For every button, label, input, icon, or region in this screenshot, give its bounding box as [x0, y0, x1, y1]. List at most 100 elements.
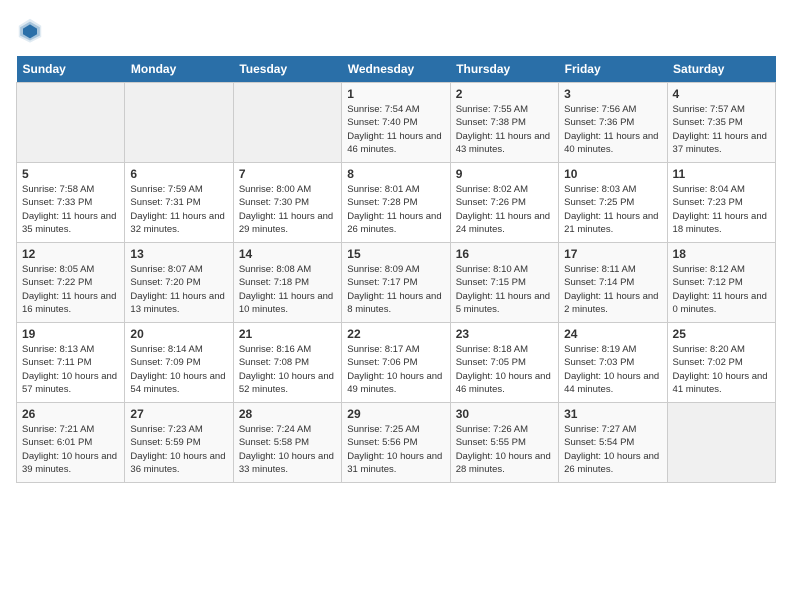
- calendar-cell: 20 Sunrise: 8:14 AM Sunset: 7:09 PM Dayli…: [125, 323, 233, 403]
- calendar-cell: 3Sunrise: 7:56 AM Sunset: 7:36 PM Daylig…: [559, 83, 667, 163]
- calendar-cell: 15 Sunrise: 8:09 AM Sunset: 7:17 PM Dayli…: [342, 243, 450, 323]
- day-info: Sunrise: 8:00 AM Sunset: 7:30 PM Dayligh…: [239, 183, 336, 236]
- day-info: Sunrise: 8:04 AM Sunset: 7:23 PM Dayligh…: [673, 183, 770, 236]
- page-header: [16, 16, 776, 44]
- day-number: 26: [22, 407, 119, 421]
- day-number: 21: [239, 327, 336, 341]
- week-row-2: 12 Sunrise: 8:05 AM Sunset: 7:22 PM Dayli…: [17, 243, 776, 323]
- calendar-cell: 1 Sunrise: 7:54 AM Sunset: 7:40 PM Daylig…: [342, 83, 450, 163]
- week-row-1: 5 Sunrise: 7:58 AM Sunset: 7:33 PM Daylig…: [17, 163, 776, 243]
- weekday-header-friday: Friday: [559, 56, 667, 83]
- day-number: 13: [130, 247, 227, 261]
- day-info: Sunrise: 8:13 AM Sunset: 7:11 PM Dayligh…: [22, 343, 119, 396]
- day-number: 17: [564, 247, 661, 261]
- day-number: 4: [673, 87, 770, 101]
- day-info: Sunrise: 8:10 AM Sunset: 7:15 PM Dayligh…: [456, 263, 553, 316]
- calendar-cell: 31 Sunrise: 7:27 AM Sunset: 5:54 PM Dayli…: [559, 403, 667, 483]
- logo-icon: [16, 16, 44, 44]
- day-number: 1: [347, 87, 444, 101]
- day-info: Sunrise: 8:08 AM Sunset: 7:18 PM Dayligh…: [239, 263, 336, 316]
- day-info: Sunrise: 8:01 AM Sunset: 7:28 PM Dayligh…: [347, 183, 444, 236]
- day-info: Sunrise: 8:03 AM Sunset: 7:25 PM Dayligh…: [564, 183, 661, 236]
- day-info: Sunrise: 7:26 AM Sunset: 5:55 PM Dayligh…: [456, 423, 553, 476]
- calendar-cell: 28 Sunrise: 7:24 AM Sunset: 5:58 PM Dayli…: [233, 403, 341, 483]
- day-number: 6: [130, 167, 227, 181]
- calendar-cell: 30 Sunrise: 7:26 AM Sunset: 5:55 PM Dayli…: [450, 403, 558, 483]
- day-info: Sunrise: 8:12 AM Sunset: 7:12 PM Dayligh…: [673, 263, 770, 316]
- calendar-cell: [17, 83, 125, 163]
- calendar-cell: 26 Sunrise: 7:21 AM Sunset: 6:01 PM Dayli…: [17, 403, 125, 483]
- calendar-cell: 5 Sunrise: 7:58 AM Sunset: 7:33 PM Daylig…: [17, 163, 125, 243]
- day-number: 20: [130, 327, 227, 341]
- day-info: Sunrise: 7:27 AM Sunset: 5:54 PM Dayligh…: [564, 423, 661, 476]
- calendar-cell: 7 Sunrise: 8:00 AM Sunset: 7:30 PM Daylig…: [233, 163, 341, 243]
- week-row-3: 19 Sunrise: 8:13 AM Sunset: 7:11 PM Dayli…: [17, 323, 776, 403]
- day-number: 22: [347, 327, 444, 341]
- calendar-cell: 14 Sunrise: 8:08 AM Sunset: 7:18 PM Dayli…: [233, 243, 341, 323]
- day-number: 8: [347, 167, 444, 181]
- day-number: 14: [239, 247, 336, 261]
- day-number: 31: [564, 407, 661, 421]
- day-number: 28: [239, 407, 336, 421]
- day-info: Sunrise: 7:21 AM Sunset: 6:01 PM Dayligh…: [22, 423, 119, 476]
- day-info: Sunrise: 8:18 AM Sunset: 7:05 PM Dayligh…: [456, 343, 553, 396]
- calendar-cell: 23Sunrise: 8:18 AM Sunset: 7:05 PM Dayli…: [450, 323, 558, 403]
- day-info: Sunrise: 7:24 AM Sunset: 5:58 PM Dayligh…: [239, 423, 336, 476]
- day-info: Sunrise: 7:59 AM Sunset: 7:31 PM Dayligh…: [130, 183, 227, 236]
- calendar-cell: 27Sunrise: 7:23 AM Sunset: 5:59 PM Dayli…: [125, 403, 233, 483]
- week-row-4: 26 Sunrise: 7:21 AM Sunset: 6:01 PM Dayli…: [17, 403, 776, 483]
- day-info: Sunrise: 7:57 AM Sunset: 7:35 PM Dayligh…: [673, 103, 770, 156]
- day-number: 15: [347, 247, 444, 261]
- day-number: 19: [22, 327, 119, 341]
- calendar-cell: 24Sunrise: 8:19 AM Sunset: 7:03 PM Dayli…: [559, 323, 667, 403]
- day-info: Sunrise: 7:54 AM Sunset: 7:40 PM Dayligh…: [347, 103, 444, 156]
- day-number: 5: [22, 167, 119, 181]
- day-info: Sunrise: 8:02 AM Sunset: 7:26 PM Dayligh…: [456, 183, 553, 236]
- weekday-header-wednesday: Wednesday: [342, 56, 450, 83]
- day-info: Sunrise: 8:05 AM Sunset: 7:22 PM Dayligh…: [22, 263, 119, 316]
- day-info: Sunrise: 8:17 AM Sunset: 7:06 PM Dayligh…: [347, 343, 444, 396]
- calendar-cell: 25Sunrise: 8:20 AM Sunset: 7:02 PM Dayli…: [667, 323, 775, 403]
- calendar-header: SundayMondayTuesdayWednesdayThursdayFrid…: [17, 56, 776, 83]
- day-info: Sunrise: 8:14 AM Sunset: 7:09 PM Dayligh…: [130, 343, 227, 396]
- weekday-row: SundayMondayTuesdayWednesdayThursdayFrid…: [17, 56, 776, 83]
- calendar-cell: 6 Sunrise: 7:59 AM Sunset: 7:31 PM Daylig…: [125, 163, 233, 243]
- calendar-cell: 18 Sunrise: 8:12 AM Sunset: 7:12 PM Dayli…: [667, 243, 775, 323]
- calendar-cell: 11 Sunrise: 8:04 AM Sunset: 7:23 PM Dayli…: [667, 163, 775, 243]
- day-number: 29: [347, 407, 444, 421]
- calendar-cell: 29 Sunrise: 7:25 AM Sunset: 5:56 PM Dayli…: [342, 403, 450, 483]
- day-number: 18: [673, 247, 770, 261]
- weekday-header-tuesday: Tuesday: [233, 56, 341, 83]
- calendar-cell: 17 Sunrise: 8:11 AM Sunset: 7:14 PM Dayli…: [559, 243, 667, 323]
- day-number: 12: [22, 247, 119, 261]
- day-number: 25: [673, 327, 770, 341]
- day-number: 7: [239, 167, 336, 181]
- day-number: 11: [673, 167, 770, 181]
- calendar-cell: [233, 83, 341, 163]
- day-number: 30: [456, 407, 553, 421]
- calendar-cell: 19 Sunrise: 8:13 AM Sunset: 7:11 PM Dayli…: [17, 323, 125, 403]
- day-number: 2: [456, 87, 553, 101]
- day-info: Sunrise: 7:25 AM Sunset: 5:56 PM Dayligh…: [347, 423, 444, 476]
- calendar-cell: 4 Sunrise: 7:57 AM Sunset: 7:35 PM Daylig…: [667, 83, 775, 163]
- day-number: 27: [130, 407, 227, 421]
- weekday-header-thursday: Thursday: [450, 56, 558, 83]
- calendar-table: SundayMondayTuesdayWednesdayThursdayFrid…: [16, 56, 776, 483]
- day-info: Sunrise: 8:19 AM Sunset: 7:03 PM Dayligh…: [564, 343, 661, 396]
- day-info: Sunrise: 8:09 AM Sunset: 7:17 PM Dayligh…: [347, 263, 444, 316]
- calendar-cell: 8 Sunrise: 8:01 AM Sunset: 7:28 PM Daylig…: [342, 163, 450, 243]
- day-info: Sunrise: 8:11 AM Sunset: 7:14 PM Dayligh…: [564, 263, 661, 316]
- weekday-header-sunday: Sunday: [17, 56, 125, 83]
- calendar-cell: 21 Sunrise: 8:16 AM Sunset: 7:08 PM Dayli…: [233, 323, 341, 403]
- calendar-cell: 2Sunrise: 7:55 AM Sunset: 7:38 PM Daylig…: [450, 83, 558, 163]
- day-number: 3: [564, 87, 661, 101]
- day-number: 10: [564, 167, 661, 181]
- day-info: Sunrise: 7:58 AM Sunset: 7:33 PM Dayligh…: [22, 183, 119, 236]
- calendar-cell: [667, 403, 775, 483]
- calendar-cell: 9Sunrise: 8:02 AM Sunset: 7:26 PM Daylig…: [450, 163, 558, 243]
- calendar-cell: 16Sunrise: 8:10 AM Sunset: 7:15 PM Dayli…: [450, 243, 558, 323]
- calendar-cell: [125, 83, 233, 163]
- calendar-cell: 13Sunrise: 8:07 AM Sunset: 7:20 PM Dayli…: [125, 243, 233, 323]
- logo: [16, 16, 48, 44]
- day-info: Sunrise: 8:16 AM Sunset: 7:08 PM Dayligh…: [239, 343, 336, 396]
